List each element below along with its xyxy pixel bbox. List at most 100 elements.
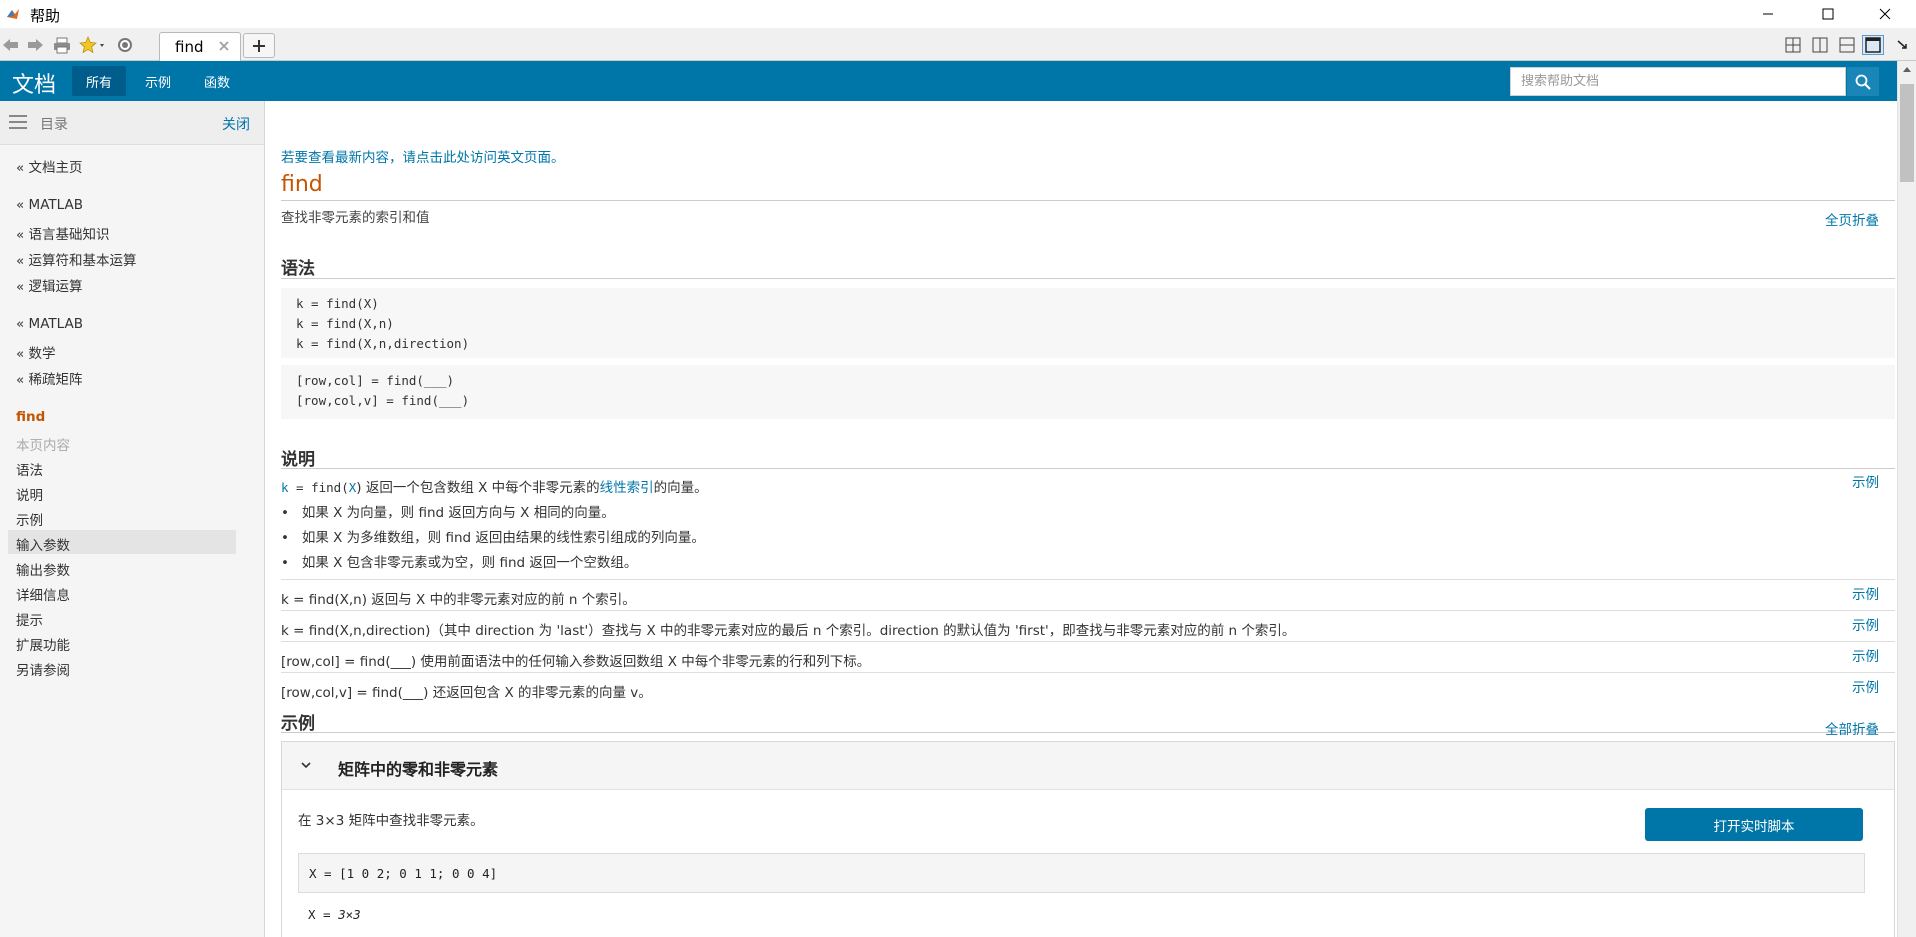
example-header[interactable]: 矩阵中的零和非零元素	[282, 742, 1894, 790]
new-tab-button[interactable]	[243, 33, 275, 58]
example-title: 矩阵中的零和非零元素	[338, 760, 499, 779]
toc-close-link[interactable]: 关闭	[222, 114, 250, 134]
bullet-text: 如果 X 为向量，则 find 返回方向与 X 相同的向量。	[301, 505, 615, 521]
toc-syntax[interactable]: 语法	[16, 459, 43, 479]
example-link[interactable]: 示例	[1852, 645, 1879, 665]
toc-language-fundamentals[interactable]: « 语言基础知识	[16, 223, 110, 243]
examples-divider	[281, 732, 1895, 733]
layout-horizontal-button[interactable]	[1836, 35, 1858, 55]
example-code-block[interactable]: X = [1 0 2; 0 1 1; 0 0 4]	[298, 853, 1865, 893]
scroll-up-button[interactable]	[1898, 61, 1916, 78]
close-window-button[interactable]	[1862, 0, 1908, 28]
tab-close-icon[interactable]	[216, 38, 232, 54]
syntax-line[interactable]: k = find(X,n,direction)	[296, 336, 469, 351]
back-button[interactable]	[2, 36, 20, 54]
code-line: X = [1 0 2; 0 1 1; 0 0 4]	[309, 866, 498, 881]
toc-output-args[interactable]: 输出参数	[16, 559, 70, 579]
toc-label: 目录	[40, 117, 68, 133]
toc-current-find[interactable]: find	[16, 409, 45, 425]
toc-matlab[interactable]: « MATLAB	[16, 197, 83, 213]
title-divider	[281, 200, 1895, 201]
toc-see-also[interactable]: 另请参阅	[16, 659, 70, 679]
search-icon	[1855, 74, 1871, 90]
toc-doc-home[interactable]: « 文档主页	[16, 156, 83, 176]
collapse-page-link[interactable]: 全页折叠	[1825, 209, 1879, 229]
browser-toolbar: find	[0, 28, 1916, 61]
examples-heading: 示例	[281, 714, 315, 734]
example-link[interactable]: 示例	[1852, 583, 1879, 603]
syntax-line[interactable]: k = find(X,n)	[296, 316, 394, 331]
tab-all[interactable]: 所有	[72, 66, 127, 96]
description-row-col-v: [row,col,v] = find(___) 还返回包含 X 的非零元素的向量…	[281, 685, 652, 701]
desc-text: 的向量。	[653, 480, 708, 496]
example-link[interactable]: 示例	[1852, 676, 1879, 696]
button-label: 打开实时脚本	[1713, 818, 1795, 835]
example-link[interactable]: 示例	[1852, 614, 1879, 634]
example-link[interactable]: 示例	[1852, 471, 1879, 491]
toc-matlab-2[interactable]: « MATLAB	[16, 316, 83, 332]
collapse-all-link[interactable]: 全部折叠	[1825, 718, 1879, 738]
tab-examples[interactable]: 示例	[131, 66, 185, 96]
favorites-button[interactable]	[79, 36, 109, 54]
tab-functions[interactable]: 函数	[190, 66, 244, 96]
layout-tile-button[interactable]	[1782, 35, 1804, 55]
description-separator	[281, 672, 1895, 673]
doc-title: 文档	[12, 73, 57, 98]
linear-index-link[interactable]: 线性索引	[600, 480, 654, 496]
scroll-thumb[interactable]	[1900, 84, 1914, 182]
toc-math[interactable]: « 数学	[16, 342, 56, 362]
toc-tips[interactable]: 提示	[16, 609, 43, 629]
search-input[interactable]	[1511, 68, 1845, 95]
hamburger-menu-icon[interactable]	[9, 115, 27, 129]
print-button[interactable]	[52, 36, 72, 54]
print-icon	[54, 37, 70, 54]
toc-logical-ops[interactable]: « 逻辑运算	[16, 275, 83, 295]
description-bullet: • 如果 X 为向量，则 find 返回方向与 X 相同的向量。	[281, 505, 615, 521]
description-bullet: • 如果 X 为多维数组，则 find 返回由结果的线性索引组成的列向量。	[281, 530, 705, 546]
output-size: 3×3	[338, 907, 361, 922]
minimize-button[interactable]	[1745, 0, 1791, 28]
tab-all-label: 所有	[86, 75, 113, 91]
maximize-button[interactable]	[1805, 0, 1851, 28]
minimize-icon	[1763, 13, 1773, 15]
search-button[interactable]	[1847, 67, 1879, 96]
toc-description[interactable]: 说明	[16, 484, 43, 504]
example-output: X = 3×3	[308, 907, 361, 922]
english-page-notice-link[interactable]: 若要查看最新内容，请点击此处访问英文页面。	[281, 146, 565, 166]
syntax-line[interactable]: [row,col] = find(___)	[296, 373, 454, 388]
description-divider	[281, 468, 1895, 469]
settings-button[interactable]	[115, 36, 135, 54]
desc-text: ) 返回一个包含数组 X 中每个非零元素的	[356, 480, 600, 496]
doc-content: 若要查看最新内容，请点击此处访问英文页面。 find 查找非零元素的索引和值 全…	[266, 101, 1897, 937]
undock-button[interactable]	[1892, 35, 1912, 55]
undock-icon	[1897, 40, 1907, 49]
tab-find[interactable]: find	[159, 32, 241, 61]
forward-arrow-icon	[28, 39, 43, 51]
toc-sparse-matrices[interactable]: « 稀疏矩阵	[16, 368, 83, 388]
syntax-line[interactable]: [row,col,v] = find(___)	[296, 393, 469, 408]
bullet-text: 如果 X 为多维数组，则 find 返回由结果的线性索引组成的列向量。	[301, 530, 705, 546]
search-box	[1510, 67, 1846, 96]
page-title: find	[281, 172, 323, 197]
description-k-find-direction: k = find(X,n,direction)（其中 direction 为 '…	[281, 623, 1296, 639]
open-live-script-button[interactable]: 打开实时脚本	[1645, 808, 1863, 841]
tab-label: find	[175, 38, 204, 56]
window-title: 帮助	[30, 7, 61, 25]
toc-more-about[interactable]: 详细信息	[16, 584, 70, 604]
layout-single-button[interactable]	[1862, 35, 1884, 55]
toc-examples[interactable]: 示例	[16, 509, 43, 529]
page-scrollbar[interactable]	[1897, 61, 1916, 937]
single-pane-icon	[1865, 37, 1881, 53]
forward-button[interactable]	[26, 36, 44, 54]
layout-vertical-button[interactable]	[1809, 35, 1831, 55]
example-text: 在 3×3 矩阵中查找非零元素。	[298, 813, 484, 829]
matlab-app-icon	[7, 9, 19, 19]
example-panel: 矩阵中的零和非零元素 在 3×3 矩阵中查找非零元素。 打开实时脚本 X = […	[281, 741, 1895, 937]
output-k-link[interactable]: k	[281, 480, 289, 495]
toc-sidebar: 目录 关闭 « 文档主页 « MATLAB « 语言基础知识 « 运算符和基本运…	[0, 101, 265, 937]
toc-extended-capabilities[interactable]: 扩展功能	[16, 634, 70, 654]
syntax-line[interactable]: k = find(X)	[296, 296, 379, 311]
toc-input-args[interactable]: 输入参数	[16, 534, 70, 554]
toc-operators[interactable]: « 运算符和基本运算	[16, 249, 137, 269]
tab-functions-label: 函数	[204, 75, 231, 91]
